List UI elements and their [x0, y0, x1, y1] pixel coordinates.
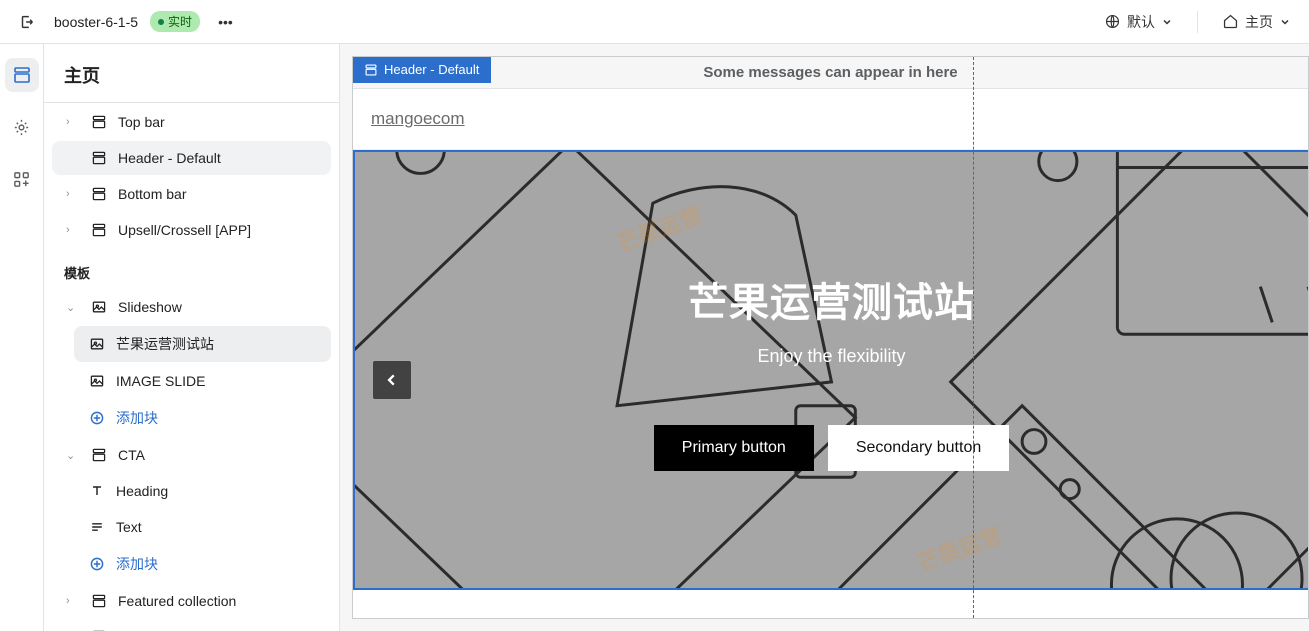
chevron-icon: › [66, 224, 80, 236]
plus-icon [88, 409, 106, 427]
chevron-icon: ⌄ [66, 449, 80, 462]
item-label: IMAGE SLIDE [116, 373, 205, 389]
section-item[interactable]: ⌄ CTA [52, 438, 331, 472]
globe-icon [1104, 13, 1121, 30]
slide-primary-button[interactable]: Primary button [654, 425, 814, 471]
block-item[interactable]: Heading [74, 474, 331, 508]
item-label: Slideshow [118, 299, 182, 315]
more-button[interactable]: ••• [212, 10, 239, 34]
preview-slideshow[interactable]: 芒果运营测试站 Enjoy the flexibility Primary bu… [353, 150, 1308, 590]
section-item[interactable]: › Top bar [52, 105, 331, 139]
item-label: 芒果运营测试站 [116, 334, 214, 354]
rail-settings[interactable] [5, 110, 39, 144]
image-icon [88, 335, 106, 353]
item-label: CTA [118, 447, 145, 463]
chevron-down-icon [1279, 16, 1291, 28]
block-item[interactable]: IMAGE SLIDE [74, 364, 331, 398]
section-icon [90, 185, 108, 203]
locale-dropdown[interactable]: 默认 [1098, 8, 1179, 36]
section-icon [90, 149, 108, 167]
section-item[interactable]: › Bottom bar [52, 177, 331, 211]
block-item[interactable]: 添加块 [74, 400, 331, 436]
section-item[interactable]: ⌄ Content + text (bulk) [52, 620, 331, 631]
rail-sections[interactable] [5, 58, 39, 92]
block-item[interactable]: Text [74, 510, 331, 544]
section-icon [90, 592, 108, 610]
home-icon [1222, 13, 1239, 30]
section-icon [90, 221, 108, 239]
tool-rail [0, 44, 44, 631]
canvas-wrap: Header - Default Some messages can appea… [340, 44, 1309, 631]
item-label: 添加块 [116, 554, 158, 574]
item-label: Bottom bar [118, 186, 186, 202]
chevron-icon: › [66, 116, 80, 128]
exit-button[interactable] [12, 9, 42, 35]
section-item[interactable]: ⌄ Slideshow [52, 290, 331, 324]
viewport-ruler [973, 57, 974, 618]
sections-icon [12, 65, 32, 85]
item-label: 添加块 [116, 408, 158, 428]
slide-subtitle: Enjoy the flexibility [757, 346, 905, 367]
item-label: Heading [116, 483, 168, 499]
chevron-down-icon [1161, 16, 1173, 28]
selection-tag[interactable]: Header - Default [352, 56, 491, 83]
block-item[interactable]: 芒果运营测试站 [74, 326, 331, 362]
section-icon [364, 63, 378, 77]
section-icon [90, 446, 108, 464]
item-label: Top bar [118, 114, 165, 130]
gear-icon [12, 118, 31, 137]
rail-apps[interactable] [5, 162, 39, 196]
sidebar: 主页 › Top bar Header - Default › Bottom b… [44, 44, 340, 631]
slide-title: 芒果运营测试站 [688, 270, 975, 328]
section-icon [90, 113, 108, 131]
exit-icon [18, 13, 36, 31]
apps-icon [12, 170, 31, 189]
theme-name: booster-6-1-5 [54, 14, 138, 30]
chevron-icon: › [66, 595, 80, 607]
block-item[interactable]: 添加块 [74, 546, 331, 582]
item-label: Featured collection [118, 593, 236, 609]
para-icon [88, 518, 106, 536]
slide-secondary-button[interactable]: Secondary button [828, 425, 1009, 471]
app-topbar: booster-6-1-5 实时 ••• 默认 主页 [0, 0, 1309, 44]
item-label: Text [116, 519, 142, 535]
item-label: Upsell/Crossell [APP] [118, 222, 251, 238]
item-label: Header - Default [118, 150, 221, 166]
sidebar-title: 主页 [44, 44, 339, 103]
section-item[interactable]: › Featured collection [52, 584, 331, 618]
plus-icon [88, 555, 106, 573]
preview-header[interactable]: mangoecom [353, 89, 1308, 150]
image-icon [88, 372, 106, 390]
section-item[interactable]: Header - Default [52, 141, 331, 175]
chevron-icon: › [66, 188, 80, 200]
template-group-label: 模板 [44, 249, 339, 288]
preview-announcement-bar[interactable]: Some messages can appear in here [353, 57, 1308, 89]
image-icon [90, 298, 108, 316]
brand-link[interactable]: mangoecom [371, 109, 465, 128]
page-dropdown[interactable]: 主页 [1216, 8, 1297, 36]
preview-canvas: Header - Default Some messages can appea… [352, 56, 1309, 619]
text-icon [88, 482, 106, 500]
section-item[interactable]: › Upsell/Crossell [APP] [52, 213, 331, 247]
dots-icon: ••• [218, 14, 233, 30]
chevron-icon: ⌄ [66, 301, 80, 314]
live-badge: 实时 [150, 11, 200, 32]
